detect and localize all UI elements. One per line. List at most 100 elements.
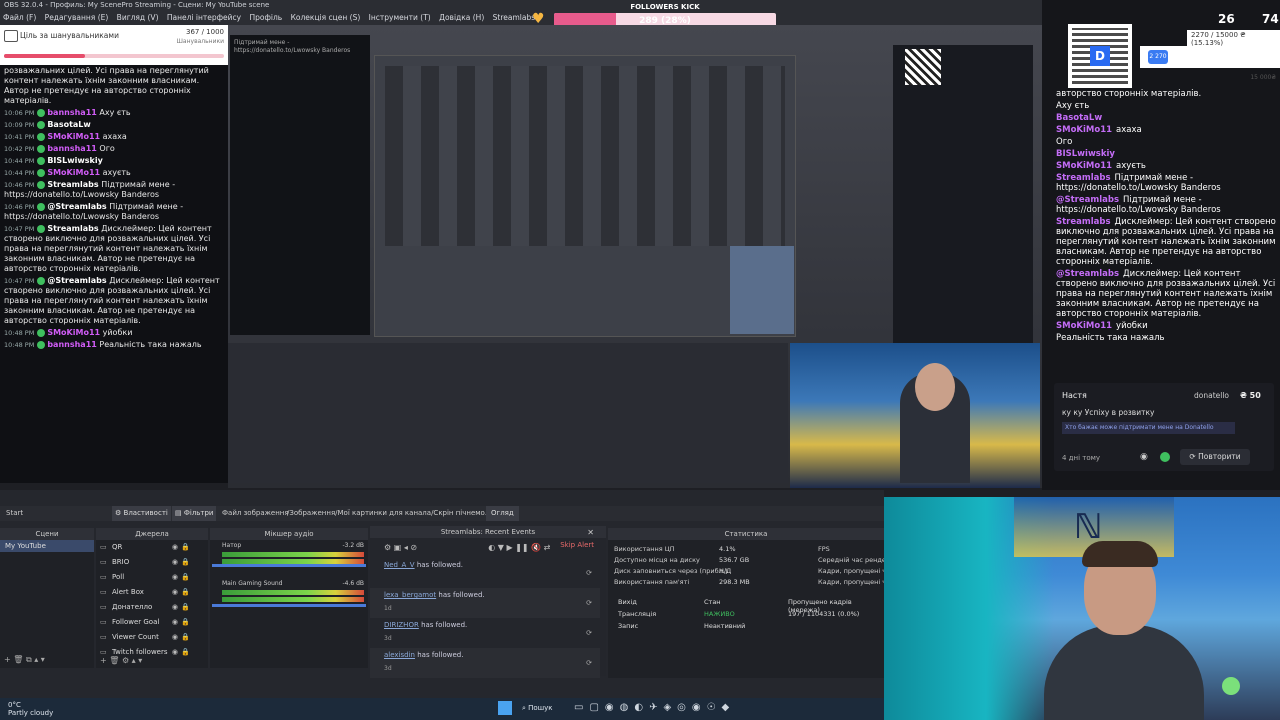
- event-user[interactable]: Ned_A_V: [384, 561, 415, 569]
- chat-time: 10:46 PM: [4, 181, 35, 189]
- eye-icon[interactable]: ◉: [1140, 452, 1148, 462]
- replay-icon[interactable]: ⟳: [586, 566, 592, 581]
- browse-button[interactable]: Огляд: [486, 506, 519, 521]
- replay-icon[interactable]: ⟳: [586, 656, 592, 671]
- chat-user[interactable]: Streamlabs: [47, 180, 98, 189]
- repeat-button[interactable]: ⟳ Повторити: [1180, 449, 1250, 465]
- chat-user[interactable]: BasotaLw: [47, 120, 90, 129]
- left-chat-panel: розважальних цілей. Усі права на перегля…: [0, 25, 228, 483]
- source-item[interactable]: ▭ Viewer Count ◉ 🔒: [96, 630, 208, 645]
- event-user[interactable]: lexa_bergamot: [384, 591, 436, 599]
- filters-button[interactable]: ▤ Фільтри: [172, 506, 217, 521]
- visibility-icon[interactable]: ◉: [172, 630, 178, 645]
- obs-preview[interactable]: Підтримай мене - https://donatello.to/Lw…: [228, 25, 1042, 488]
- menu-tools[interactable]: Інструменти (T): [369, 13, 431, 22]
- lock-icon[interactable]: 🔒: [181, 600, 190, 615]
- chat-text: Ого: [99, 144, 115, 153]
- events-toolbar-icons: ⚙ ▣ ◂ ⊘ ◐ ▼ ▶ ❚❚ 🔇 ⇄: [384, 543, 551, 552]
- chat-user[interactable]: bannsha11: [47, 108, 97, 117]
- chat-user[interactable]: BISLwiwskiy: [47, 156, 103, 165]
- visibility-icon[interactable]: ◉: [172, 585, 178, 600]
- right-chat-user[interactable]: Streamlabs: [1056, 173, 1111, 183]
- add-icon[interactable]: +: [4, 655, 11, 664]
- right-chat-message: BasotaLw: [1056, 112, 1276, 124]
- visibility-icon[interactable]: ◉: [172, 540, 178, 555]
- windows-start-icon[interactable]: [498, 701, 512, 715]
- chat-user[interactable]: SMoKiMo11: [47, 168, 100, 177]
- right-chat-message: SMoKiMo11 уйобки: [1056, 320, 1276, 332]
- chat-user[interactable]: bannsha11: [47, 340, 97, 349]
- check-icon[interactable]: [1160, 452, 1170, 462]
- lock-icon[interactable]: 🔒: [181, 645, 190, 660]
- stat-row: FPS: [818, 544, 884, 555]
- source-item[interactable]: ▭ Alert Box ◉ 🔒: [96, 585, 208, 600]
- visibility-icon[interactable]: ◉: [172, 645, 178, 660]
- properties-button[interactable]: ⚙ Властивості: [112, 506, 171, 521]
- mixer-ch2-slider[interactable]: [212, 604, 366, 607]
- chat-user[interactable]: SMoKiMo11: [47, 132, 100, 141]
- chat-user[interactable]: SMoKiMo11: [47, 328, 100, 337]
- stat-label: Кадри, пропущені че: [818, 578, 884, 586]
- right-chat-user[interactable]: @Streamlabs: [1056, 195, 1119, 205]
- visibility-icon[interactable]: ◉: [172, 600, 178, 615]
- visibility-icon[interactable]: ◉: [172, 570, 178, 585]
- lock-icon[interactable]: 🔒: [181, 570, 190, 585]
- mixer-ch2-name: Main Gaming Sound: [222, 580, 283, 587]
- right-chat-user[interactable]: Streamlabs: [1056, 217, 1111, 227]
- event-user[interactable]: DIRIZHOR: [384, 621, 419, 629]
- event-user[interactable]: alexisdin: [384, 651, 415, 659]
- settings-icon[interactable]: ⚙: [384, 543, 391, 552]
- menu-streamlabs[interactable]: Streamlabs: [493, 13, 535, 22]
- lock-icon[interactable]: 🔒: [181, 615, 190, 630]
- chat-user[interactable]: Streamlabs: [47, 224, 98, 233]
- trash-icon[interactable]: 🗑: [13, 655, 23, 664]
- badge-icon: [37, 120, 46, 129]
- right-chat-user[interactable]: SMoKiMo11: [1056, 161, 1112, 171]
- right-chat-user[interactable]: BISLwiwskiy: [1056, 149, 1115, 159]
- lock-icon[interactable]: 🔒: [181, 630, 190, 645]
- chat-text: ахаха: [102, 132, 127, 141]
- scene-item-my-youtube[interactable]: My YouTube: [0, 540, 94, 552]
- start-label[interactable]: Start: [6, 506, 23, 521]
- nested-preview: [374, 55, 796, 337]
- skip-alert-button[interactable]: Skip Alert: [560, 541, 594, 549]
- mixer-ch1-slider[interactable]: [212, 564, 366, 567]
- chat-message: розважальних цілей. Усі права на перегля…: [0, 65, 228, 107]
- taskbar-apps[interactable]: ▭▢◉◍◐✈◈◎◉☉◆: [574, 702, 784, 716]
- menu-profile[interactable]: Профіль: [250, 13, 283, 22]
- source-item[interactable]: ▭ Донателло ◉ 🔒: [96, 600, 208, 615]
- lock-icon[interactable]: 🔒: [181, 540, 190, 555]
- search-icon: ⌕: [522, 704, 526, 712]
- menu-docks[interactable]: Панелі інтерфейсу: [167, 13, 241, 22]
- menu-help[interactable]: Довідка (H): [439, 13, 484, 22]
- source-item[interactable]: ▭ Poll ◉ 🔒: [96, 570, 208, 585]
- menu-scene-collection[interactable]: Колекція сцен (S): [291, 13, 361, 22]
- badge-icon: [37, 180, 46, 189]
- source-item[interactable]: ▭ Follower Goal ◉ 🔒: [96, 615, 208, 630]
- nested-chat-text: Підтримай мене - https://donatello.to/Lw…: [234, 39, 351, 54]
- visibility-icon[interactable]: ◉: [172, 555, 178, 570]
- replay-icon[interactable]: ⟳: [586, 596, 592, 611]
- chat-user[interactable]: @Streamlabs: [47, 276, 106, 285]
- visibility-icon[interactable]: ◉: [172, 615, 178, 630]
- source-item[interactable]: ▭ BRIO ◉ 🔒: [96, 555, 208, 570]
- add-source-icon[interactable]: +: [100, 656, 107, 665]
- source-item[interactable]: ▭ QR ◉ 🔒: [96, 540, 208, 555]
- menu-file[interactable]: Файл (F): [3, 13, 36, 22]
- lock-icon[interactable]: 🔒: [181, 585, 190, 600]
- menu-edit[interactable]: Редагування (E): [45, 13, 109, 22]
- menu-view[interactable]: Вигляд (V): [117, 13, 159, 22]
- weather-widget[interactable]: 0°C Partly cloudy: [8, 701, 53, 717]
- stat-row: Середній час рендер: [818, 555, 884, 566]
- lock-icon[interactable]: 🔒: [181, 555, 190, 570]
- right-chat-user[interactable]: SMoKiMo11: [1056, 125, 1112, 135]
- right-chat-user[interactable]: @Streamlabs: [1056, 269, 1119, 279]
- chat-user[interactable]: @Streamlabs: [47, 202, 106, 211]
- goal-sub: Шанувальники: [176, 38, 225, 45]
- right-chat-user[interactable]: SMoKiMo11: [1056, 321, 1112, 331]
- replay-icon[interactable]: ⟳: [586, 626, 592, 641]
- right-chat-user[interactable]: BasotaLw: [1056, 113, 1102, 123]
- chat-user[interactable]: bannsha11: [47, 144, 97, 153]
- search-box[interactable]: ⌕ Пошук: [522, 701, 568, 715]
- close-icon[interactable]: ✕: [587, 528, 594, 537]
